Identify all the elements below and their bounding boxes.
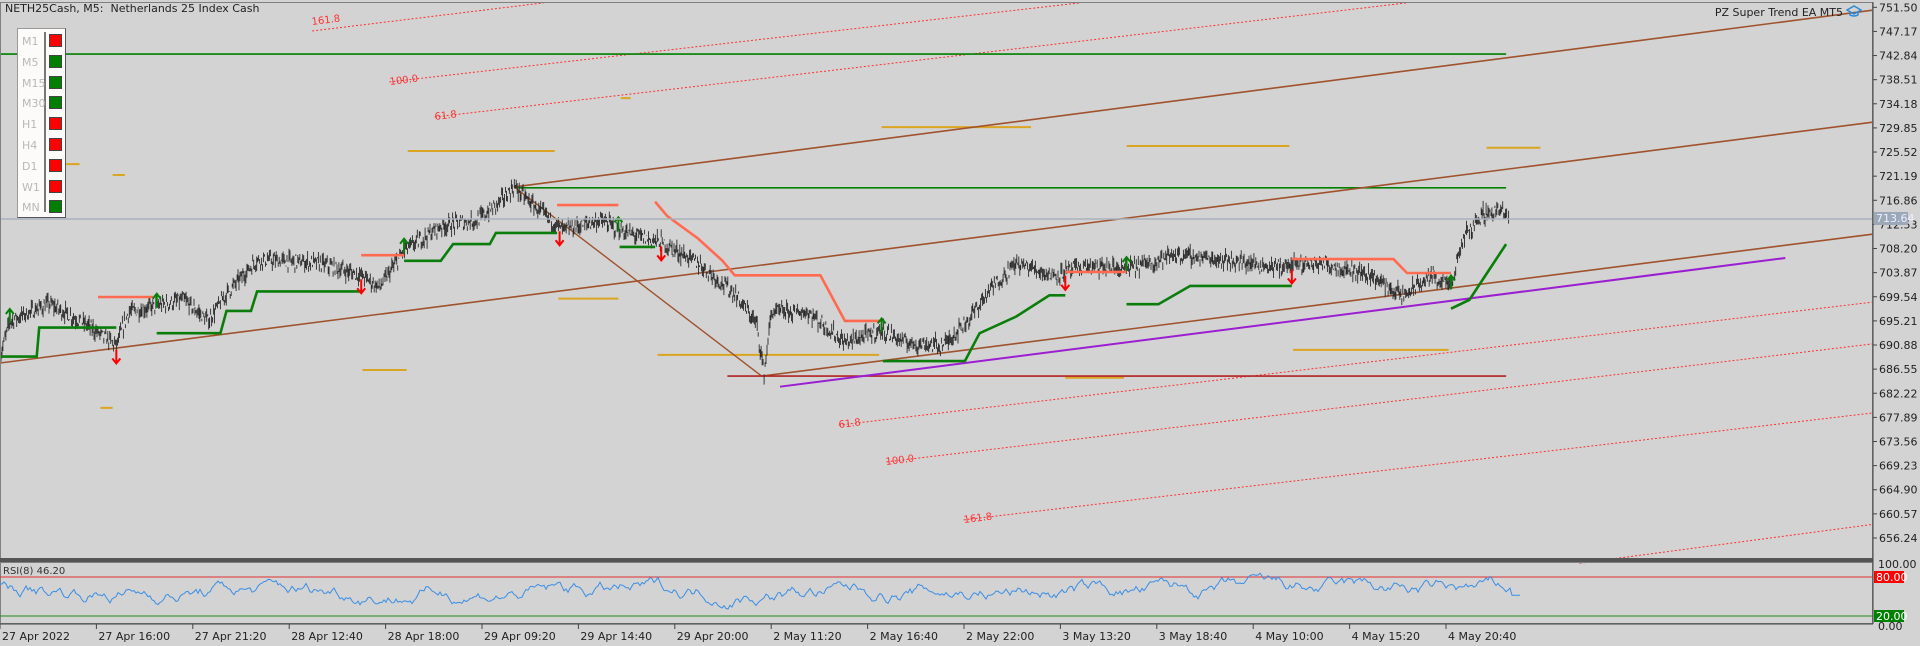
time-axis-label: 29 Apr 14:40 [580,630,652,643]
price-axis-label: 751.50 [1879,1,1918,14]
timeframe-row-m5: M5 [18,53,65,73]
time-axis-label: 3 May 13:20 [1062,630,1130,643]
expert-advisor-indicator[interactable]: PZ Super Trend EA MT5 [1714,5,1863,20]
time-axis-label: 2 May 11:20 [773,630,841,643]
time-axis-label: 28 Apr 12:40 [291,630,363,643]
timeframe-row-m30: M30 [18,94,65,114]
price-axis-label: 664.90 [1879,484,1918,497]
timeframe-row-m15: M15 [18,74,65,94]
price-axis[interactable]: 751.50 747.17 742.84 738.51 734.18 729.85 725.… [1873,1,1918,545]
price-axis-label: 738.51 [1879,74,1918,87]
time-axis-label: 29 Apr 09:20 [484,630,556,643]
time-axis-label: 3 May 18:40 [1159,630,1227,643]
timeframe-label: M15 [22,76,46,90]
timeframe-label: M30 [22,97,46,111]
time-axis-label: 2 May 16:40 [870,630,938,643]
price-axis-label: 716.86 [1879,194,1918,207]
time-axis-label: 27 Apr 16:00 [98,630,170,643]
price-axis-label: 699.54 [1879,291,1918,304]
price-axis-label: 690.88 [1879,339,1918,352]
timeframe-row-w1: W1 [18,178,65,198]
price-axis-label: 669.23 [1879,460,1918,473]
price-axis-label: 747.17 [1879,25,1918,38]
price-axis-label: 673.56 [1879,436,1918,449]
timeframe-row-mn: MN [18,198,65,218]
timeframe-label: D1 [22,159,38,173]
timeframe-trend-panel: M1 M5 M15 M30 H1 H4 D1 W1 MN [17,28,66,218]
price-axis-label: 729.85 [1879,122,1918,135]
timeframe-label: M1 [22,35,39,48]
trend-status-up-icon [49,200,62,214]
time-axis-label: 28 Apr 18:00 [388,630,460,643]
price-axis-label: 721.19 [1879,170,1918,183]
trend-status-up-icon [49,54,62,68]
trend-status-down-icon [49,179,62,193]
time-axis-label: 29 Apr 20:00 [677,630,749,643]
price-axis-label: 742.84 [1879,50,1918,63]
timeframe-label: H4 [22,139,38,152]
price-axis-label: 734.18 [1879,98,1918,111]
price-axis-label: 708.20 [1879,243,1918,256]
trend-status-down-icon [49,158,62,172]
ea-hat-icon [1845,5,1863,20]
price-axis-label: 660.57 [1879,508,1918,521]
rsi-axis-min: 0.00 [1878,620,1903,633]
price-axis-label: 656.24 [1879,532,1918,545]
trend-status-down-icon [49,138,62,151]
timeframe-row-h4: H4 [18,136,65,156]
timeframe-label: W1 [22,180,40,194]
timeframe-row-d1: D1 [18,157,65,177]
time-axis-label: 27 Apr 21:20 [195,630,267,643]
ea-label: PZ Super Trend EA MT5 [1714,6,1843,19]
current-price-label: 713.64 [1876,212,1915,225]
price-axis-label: 703.87 [1879,267,1918,280]
timeframe-row-h1: H1 [18,115,65,135]
rsi-axis-max: 100.00 [1878,558,1917,571]
time-axis-label: 4 May 10:00 [1255,630,1323,643]
pane-separator[interactable] [0,558,1873,562]
time-axis-label: 4 May 15:20 [1352,630,1420,643]
timeframe-label: H1 [22,118,38,132]
rsi-label: RSI(8) 46.20 [3,566,65,577]
chart-title: NETH25Cash, M5: Netherlands 25 Index Cas… [5,2,260,15]
price-axis-label: 695.21 [1879,315,1918,328]
time-axis-label: 27 Apr 2022 [2,630,70,643]
trend-status-up-icon [49,75,62,89]
price-axis-label: 725.52 [1879,146,1918,159]
chart-canvas[interactable]: 161.8 100.0 61.8 61.8 100.0 161.8 RSI(8)… [0,0,1920,646]
timeframe-label: M5 [22,55,39,69]
trend-status-down-icon [49,34,62,47]
trend-status-up-icon [49,96,62,110]
timeframe-label: MN [22,201,40,215]
price-axis-label: 677.89 [1879,411,1918,424]
rsi-axis-upper: 80.00 [1876,571,1908,584]
price-axis-label: 682.22 [1879,387,1918,400]
trend-status-down-icon [49,117,62,131]
time-axis-label: 2 May 22:00 [966,630,1034,643]
timeframe-row-m1: M1 [18,32,65,52]
time-axis-label: 4 May 20:40 [1448,630,1516,643]
price-axis-label: 686.55 [1879,363,1918,376]
